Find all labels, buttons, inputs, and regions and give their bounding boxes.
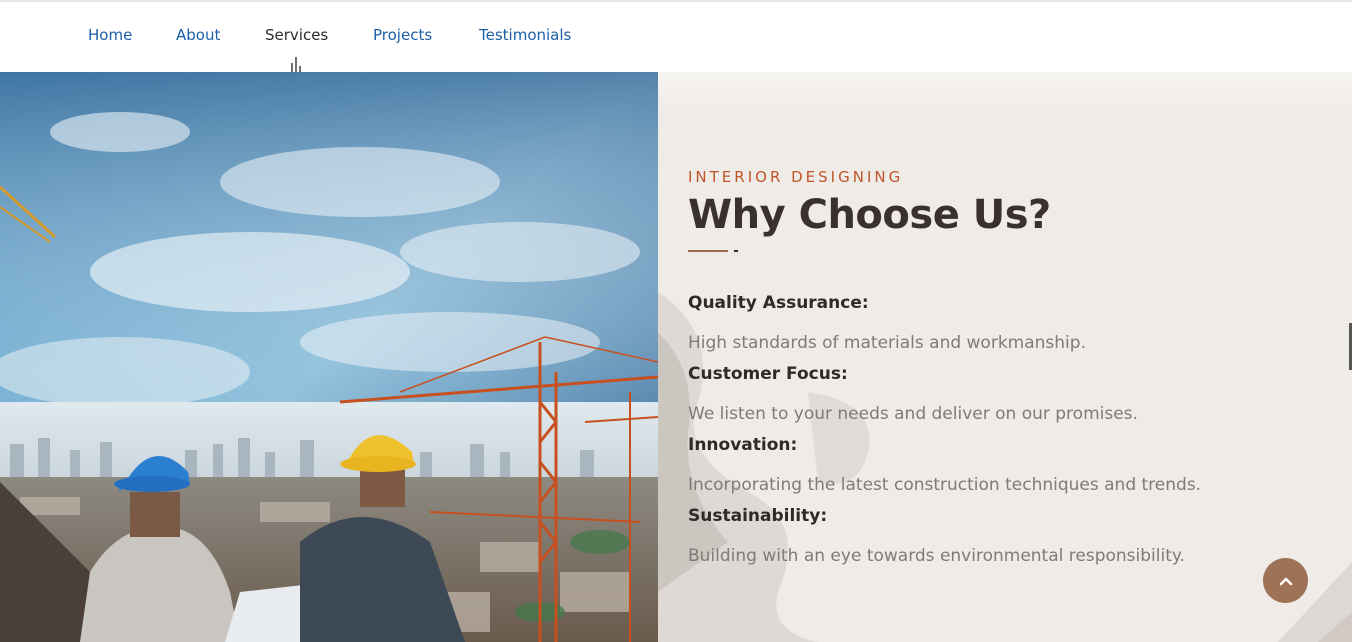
why-choose-us-section: INTERIOR DESIGNING Why Choose Us? Qualit… [658, 72, 1352, 642]
scroll-to-top-button[interactable] [1263, 558, 1308, 603]
feature-title-innovation: Innovation: [688, 435, 798, 455]
feature-desc-quality: High standards of materials and workmans… [688, 333, 1086, 353]
chevron-up-icon [1279, 577, 1292, 585]
main-navigation: Home About Services Projects Testimonial… [0, 2, 1352, 73]
feature-desc-customer: We listen to your needs and deliver on o… [688, 404, 1138, 424]
feature-desc-innovation: Incorporating the latest construction te… [688, 475, 1202, 495]
nav-link-services[interactable]: Services [265, 26, 328, 44]
nav-link-testimonials[interactable]: Testimonials [479, 26, 571, 44]
title-underline [688, 250, 728, 252]
feature-title-customer: Customer Focus: [688, 364, 848, 384]
construction-hero-image [0, 72, 658, 642]
nav-link-projects[interactable]: Projects [373, 26, 432, 44]
feature-title-quality: Quality Assurance: [688, 293, 869, 313]
feature-title-sustainability: Sustainability: [688, 506, 828, 526]
feature-desc-sustainability: Building with an eye towards environment… [688, 546, 1185, 566]
nav-link-about[interactable]: About [176, 26, 220, 44]
nav-link-home[interactable]: Home [88, 26, 132, 44]
section-eyebrow: INTERIOR DESIGNING [688, 168, 904, 186]
top-fade [658, 72, 1352, 112]
title-underline-dot [734, 250, 738, 252]
section-title: Why Choose Us? [688, 192, 1051, 238]
